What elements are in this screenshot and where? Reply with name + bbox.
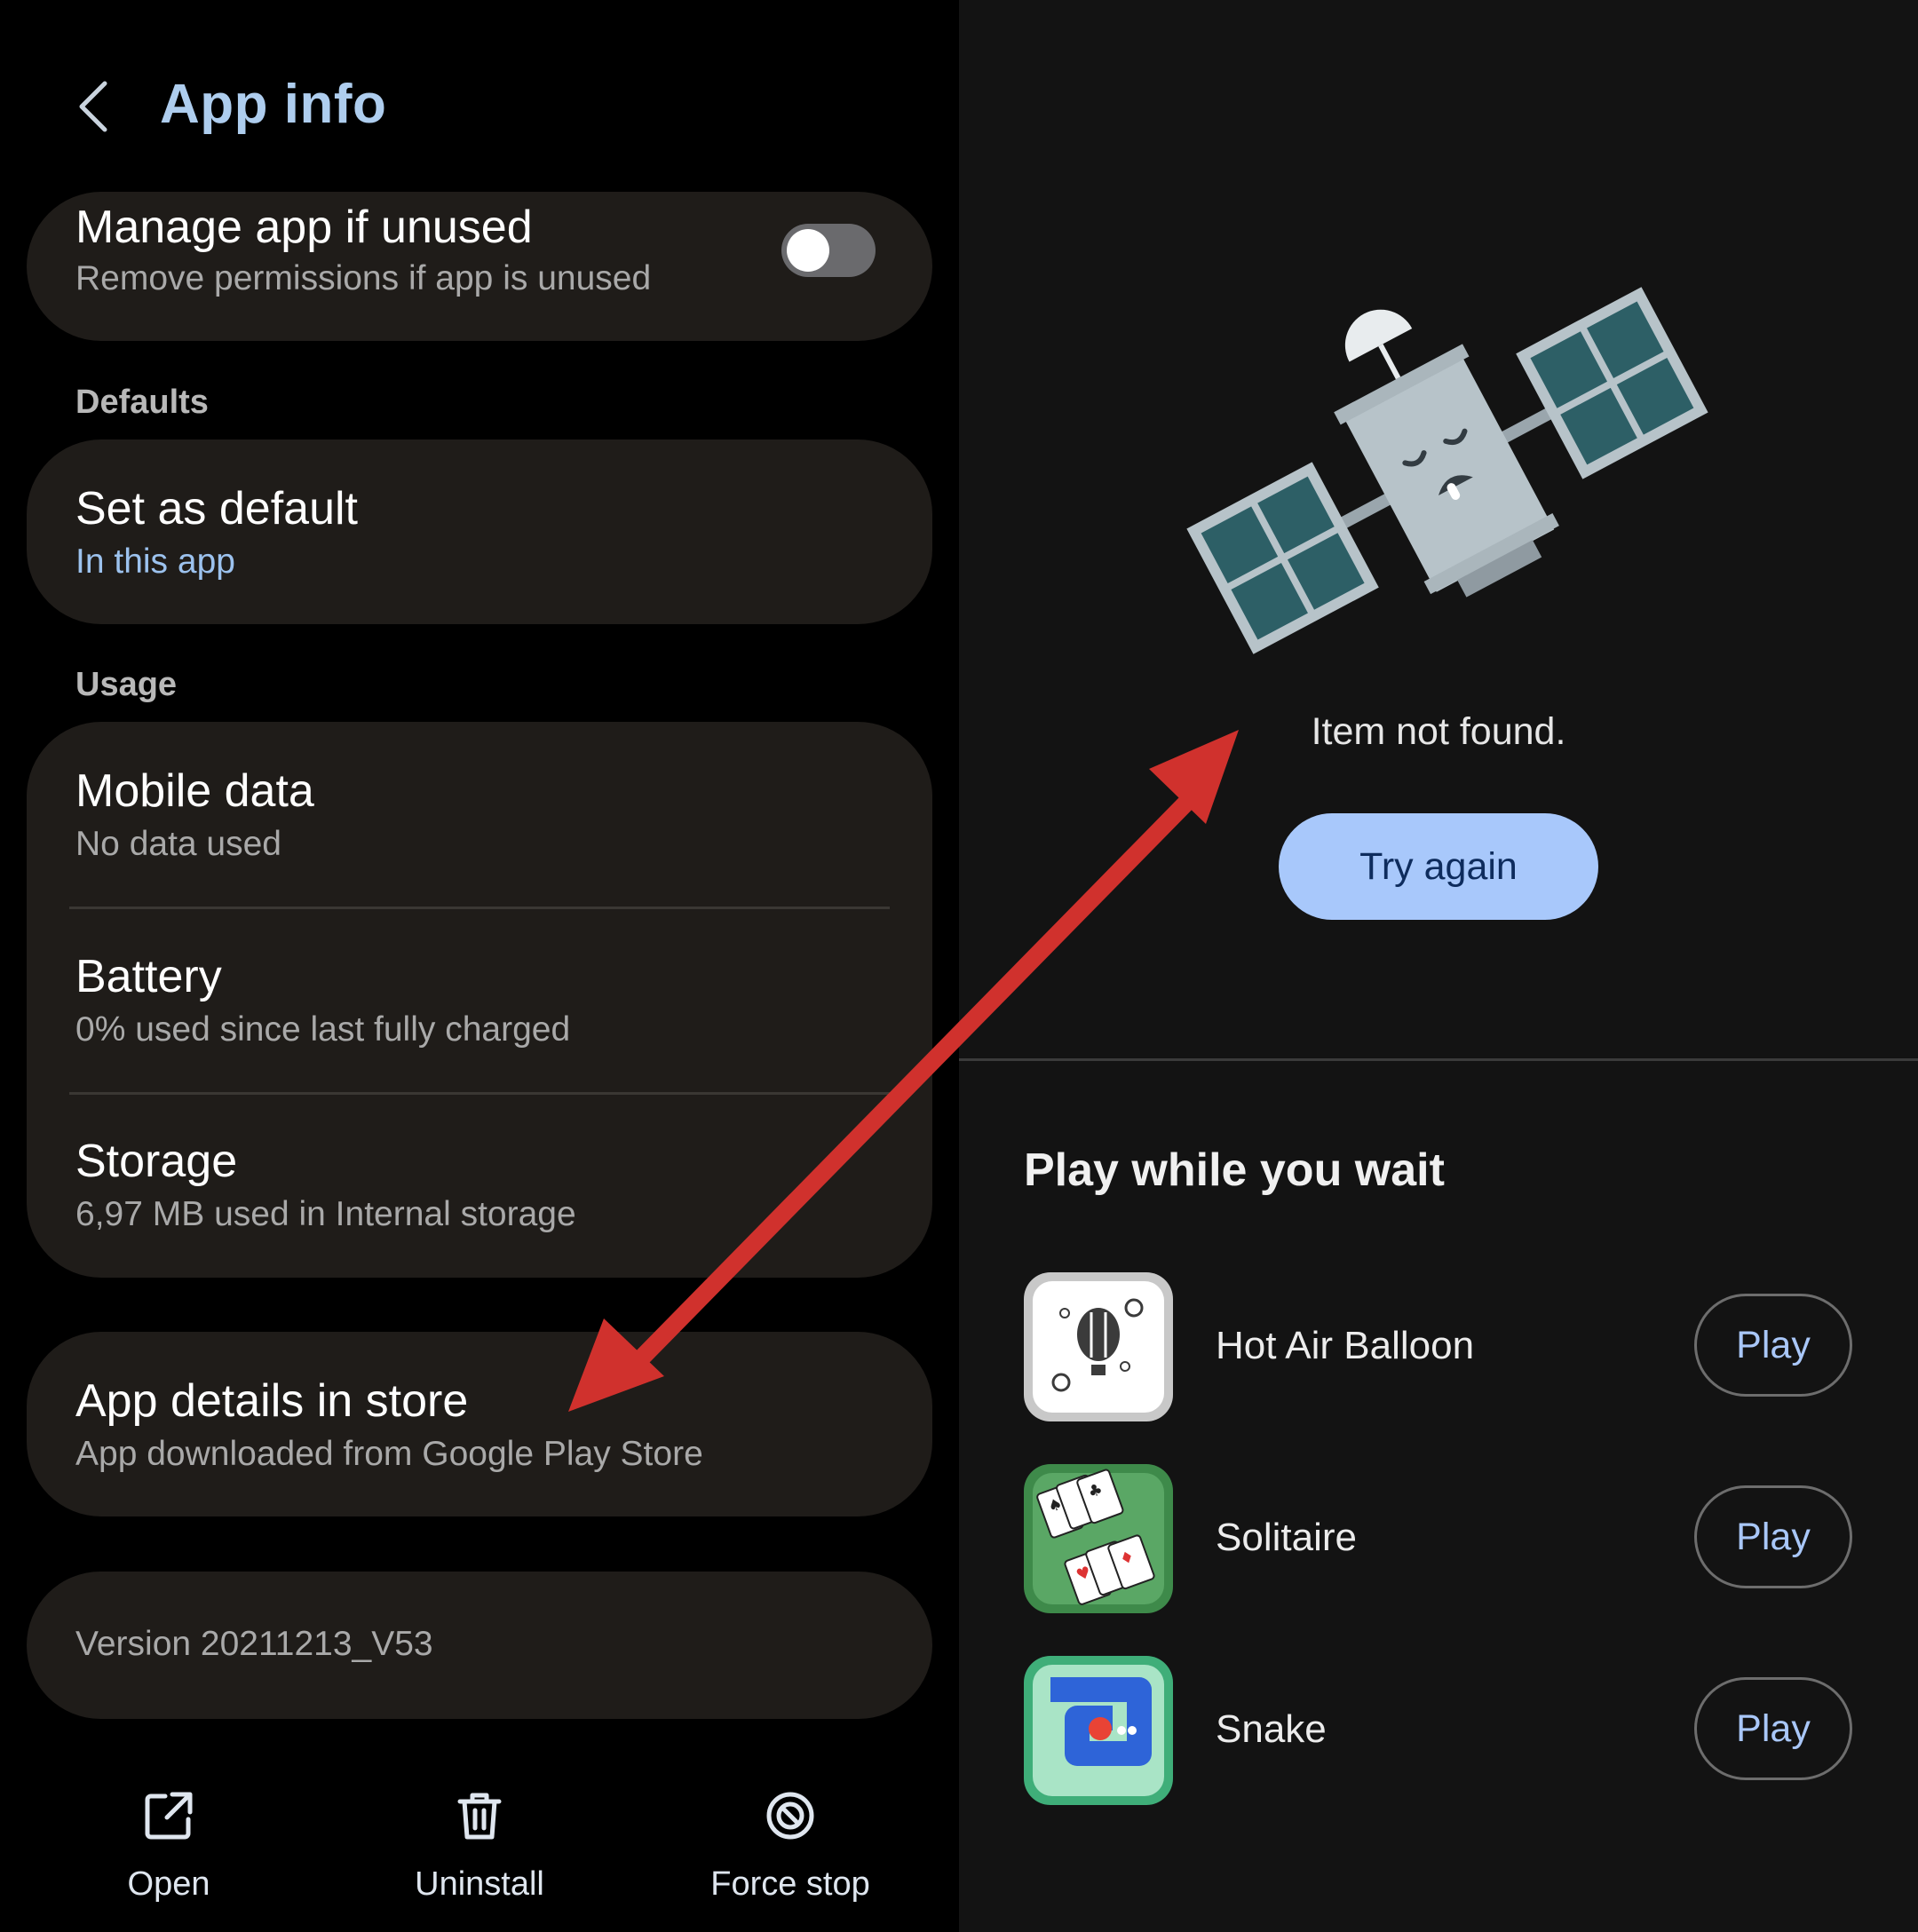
battery-row[interactable]: Battery 0% used since last fully charged: [27, 908, 932, 1093]
games-header: Play while you wait: [1024, 1144, 1445, 1196]
trash-icon: [457, 1793, 502, 1840]
section-divider: [959, 1058, 1918, 1061]
set-default-card[interactable]: Set as default In this app: [27, 439, 932, 624]
battery-subtitle: 0% used since last fully charged: [75, 1010, 571, 1049]
game-name: Hot Air Balloon: [1216, 1324, 1475, 1367]
try-again-button[interactable]: Try again: [1279, 813, 1598, 920]
store-details-card[interactable]: App details in store App downloaded from…: [27, 1332, 932, 1516]
hot-air-balloon-icon[interactable]: [1024, 1272, 1173, 1421]
mobile-data-title: Mobile data: [75, 765, 314, 817]
app-info-screen: App info Manage app if unused Remove per…: [0, 0, 959, 1932]
stop-icon: [766, 1792, 814, 1840]
back-arrow-icon[interactable]: [73, 78, 115, 135]
set-default-title: Set as default: [75, 483, 358, 534]
section-label-defaults: Defaults: [75, 384, 209, 421]
section-label-usage: Usage: [75, 666, 178, 703]
play-button[interactable]: Play: [1694, 1294, 1852, 1397]
page-title: App info: [160, 74, 387, 135]
mobile-data-subtitle: No data used: [75, 825, 282, 863]
satellite-illustration: [1186, 287, 1708, 654]
game-row-hot-air-balloon: Hot Air Balloon Play: [1024, 1272, 1918, 1421]
open-label: Open: [127, 1865, 210, 1903]
set-default-subtitle: In this app: [75, 542, 235, 581]
store-details-subtitle: App downloaded from Google Play Store: [75, 1435, 703, 1473]
game-name: Snake: [1216, 1707, 1327, 1751]
manage-unused-card[interactable]: Manage app if unused Remove permissions …: [27, 192, 932, 341]
force-stop-label: Force stop: [710, 1865, 870, 1903]
open-button[interactable]: Open: [53, 1789, 284, 1904]
play-button[interactable]: Play: [1694, 1677, 1852, 1780]
manage-unused-subtitle: Remove permissions if app is unused: [75, 259, 652, 297]
storage-subtitle: 6,97 MB used in Internal storage: [75, 1195, 576, 1233]
game-row-snake: Snake Play: [1024, 1656, 1918, 1805]
play-button[interactable]: Play: [1694, 1485, 1852, 1588]
storage-title: Storage: [75, 1136, 238, 1187]
toggle-knob: [787, 229, 829, 272]
manage-unused-toggle[interactable]: [781, 224, 876, 277]
mobile-data-row[interactable]: Mobile data No data used: [27, 722, 932, 908]
snake-icon[interactable]: [1024, 1656, 1173, 1805]
open-icon: [145, 1792, 193, 1840]
uninstall-label: Uninstall: [415, 1865, 544, 1903]
uninstall-button[interactable]: Uninstall: [364, 1789, 595, 1904]
storage-row[interactable]: Storage 6,97 MB used in Internal storage: [27, 1094, 932, 1278]
version-text: Version 20211213_V53: [75, 1625, 433, 1663]
game-row-solitaire: ♠ ♣ ♥ ♦ Solitaire Play: [1024, 1464, 1918, 1613]
solitaire-icon[interactable]: ♠ ♣ ♥ ♦: [1024, 1464, 1173, 1613]
item-not-found-message: Item not found.: [1311, 710, 1566, 753]
manage-unused-title: Manage app if unused: [75, 202, 533, 253]
play-store-screen: Item not found. Try again Play while you…: [959, 0, 1918, 1932]
store-details-title: App details in store: [75, 1375, 469, 1427]
force-stop-button[interactable]: Force stop: [675, 1789, 906, 1904]
version-card: Version 20211213_V53: [27, 1572, 932, 1719]
usage-card: Mobile data No data used Battery 0% used…: [27, 722, 932, 1278]
battery-title: Battery: [75, 951, 222, 1002]
game-name: Solitaire: [1216, 1516, 1357, 1559]
